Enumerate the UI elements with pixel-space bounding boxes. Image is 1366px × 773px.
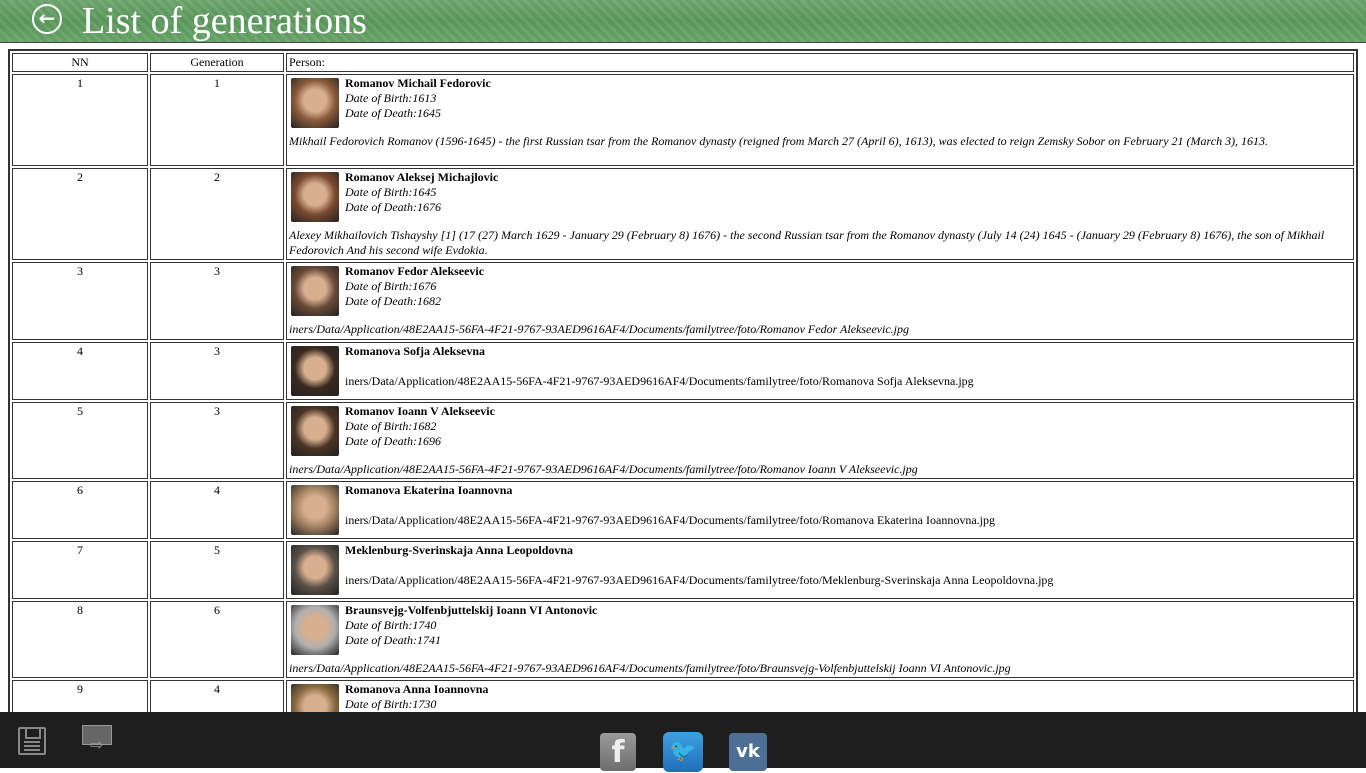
facebook-share-button[interactable]: f <box>600 733 636 771</box>
person-photo <box>291 346 339 396</box>
generation-cell: 4 <box>150 481 284 539</box>
person-description: Alexey Mikhailovich Tishayshy [1] (17 (2… <box>289 228 1325 257</box>
person-description: iners/Data/Application/48E2AA15-56FA-4F2… <box>345 374 974 388</box>
person-photo <box>291 406 339 456</box>
person-cell: Romanova Ekaterina Ioannovna iners/Data/A… <box>286 481 1354 539</box>
death-date: Date of Death:1696 <box>345 434 441 448</box>
nn-cell: 7 <box>12 541 148 599</box>
generation-cell: 1 <box>150 74 284 166</box>
table-row[interactable]: 5 3 Romanov Ioann V Alekseevic Date of Birt… <box>12 402 1354 479</box>
floppy-disk-icon[interactable] <box>18 727 46 755</box>
table-row[interactable]: 7 5 Meklenburg-Sverinskaja Anna Leopoldovn… <box>12 541 1354 599</box>
table-row[interactable]: 1 1 Romanov Michail Fedorovic Date of Birth… <box>12 74 1354 166</box>
generation-cell: 5 <box>150 541 284 599</box>
column-header-generation: Generation <box>150 53 284 72</box>
person-photo <box>291 172 339 222</box>
person-description: iners/Data/Application/48E2AA15-56FA-4F2… <box>289 462 918 476</box>
table-row[interactable]: 3 3 Romanov Fedor Alekseevic Date of Birth:… <box>12 262 1354 340</box>
birth-date: Date of Birth:1730 <box>345 697 437 711</box>
death-date: Date of Death:1676 <box>345 200 441 214</box>
person-description: iners/Data/Application/48E2AA15-56FA-4F2… <box>289 322 909 336</box>
person-description: Mikhail Fedorovich Romanov (1596-1645) -… <box>289 134 1269 148</box>
person-photo <box>291 684 339 713</box>
person-name: Romanov Aleksej Michajlovic <box>345 170 499 184</box>
death-date: Date of Death:1682 <box>345 294 441 308</box>
generation-cell: 2 <box>150 168 284 260</box>
birth-date: Date of Birth:1645 <box>345 185 437 199</box>
birth-date: Date of Birth:1676 <box>345 279 437 293</box>
table-header: NN Generation Person: <box>12 53 1354 72</box>
person-description: iners/Data/Application/48E2AA15-56FA-4F2… <box>345 513 995 527</box>
generations-table: NN Generation Person: 1 1 Romanov Michail … <box>8 49 1358 713</box>
person-photo <box>291 266 339 316</box>
person-name: Romanov Fedor Alekseevic <box>345 264 485 278</box>
scrollbar[interactable] <box>1358 43 1366 713</box>
column-header-nn: NN <box>12 53 148 72</box>
person-cell: Romanov Michail Fedorovic Date of Birth:1… <box>286 74 1354 166</box>
table-row[interactable]: 4 3 Romanova Sofja Aleksevna iners/Data/App… <box>12 342 1354 400</box>
table-row[interactable]: 6 4 Romanova Ekaterina Ioannovna iners/Data… <box>12 481 1354 539</box>
nn-cell: 4 <box>12 342 148 400</box>
generation-cell: 3 <box>150 262 284 340</box>
person-photo <box>291 78 339 128</box>
table-row[interactable]: 9 4 Romanova Anna Ioannovna Date of Birth:1… <box>12 680 1354 713</box>
generation-cell: 3 <box>150 342 284 400</box>
vk-share-button[interactable]: vk <box>729 733 767 771</box>
person-cell: Romanov Fedor Alekseevic Date of Birth:16… <box>286 262 1354 340</box>
person-photo <box>291 605 339 655</box>
table-row[interactable]: 8 6 Braunsvejg-Volfenbjuttelskij Ioann VI … <box>12 601 1354 678</box>
nn-cell: 9 <box>12 680 148 713</box>
person-name: Meklenburg-Sverinskaja Anna Leopoldovna <box>345 543 574 557</box>
nn-cell: 8 <box>12 601 148 678</box>
nn-cell: 1 <box>12 74 148 166</box>
person-name: Romanov Ioann V Alekseevic <box>345 404 495 418</box>
person-cell: Romanova Anna Ioannovna Date of Birth:173… <box>286 680 1354 713</box>
birth-date: Date of Birth:1682 <box>345 419 437 433</box>
birth-date: Date of Birth:1613 <box>345 91 437 105</box>
page-title: List of generations <box>82 0 367 42</box>
death-date: Date of Death:1645 <box>345 106 441 120</box>
export-icon[interactable] <box>82 725 112 754</box>
nn-cell: 6 <box>12 481 148 539</box>
bottom-toolbar: f 🐦 vk <box>0 712 1366 772</box>
person-cell: Romanov Ioann V Alekseevic Date of Birth:… <box>286 402 1354 479</box>
generation-cell: 3 <box>150 402 284 479</box>
death-date: Date of Death:1741 <box>345 633 441 647</box>
table-row[interactable]: 2 2 Romanov Aleksej Michajlovic Date of Bir… <box>12 168 1354 260</box>
back-arrow-circle-icon[interactable]: ← <box>32 4 62 34</box>
person-name: Romanova Sofja Aleksevna <box>345 344 486 358</box>
generation-cell: 4 <box>150 680 284 713</box>
person-cell: Romanov Aleksej Michajlovic Date of Birth… <box>286 168 1354 260</box>
person-name: Romanov Michail Fedorovic <box>345 76 491 90</box>
nn-cell: 5 <box>12 402 148 479</box>
person-photo <box>291 545 339 595</box>
person-cell: Meklenburg-Sverinskaja Anna Leopoldovna i… <box>286 541 1354 599</box>
column-header-person: Person: <box>286 53 1354 72</box>
person-photo <box>291 485 339 535</box>
nn-cell: 2 <box>12 168 148 260</box>
generation-cell: 6 <box>150 601 284 678</box>
birth-date: Date of Birth:1740 <box>345 618 437 632</box>
generations-list: NN Generation Person: 1 1 Romanov Michail … <box>0 42 1366 713</box>
person-name: Romanova Ekaterina Ioannovna <box>345 483 513 497</box>
person-description: iners/Data/Application/48E2AA15-56FA-4F2… <box>289 661 1011 675</box>
person-cell: Braunsvejg-Volfenbjuttelskij Ioann VI An… <box>286 601 1354 678</box>
header: ← List of generations <box>0 0 1366 42</box>
person-name: Romanova Anna Ioannovna <box>345 682 489 696</box>
person-name: Braunsvejg-Volfenbjuttelskij Ioann VI An… <box>345 603 598 617</box>
person-cell: Romanova Sofja Aleksevna iners/Data/Appli… <box>286 342 1354 400</box>
twitter-bird-icon[interactable]: 🐦 <box>663 732 703 772</box>
nn-cell: 3 <box>12 262 148 340</box>
person-description: iners/Data/Application/48E2AA15-56FA-4F2… <box>345 573 1054 587</box>
